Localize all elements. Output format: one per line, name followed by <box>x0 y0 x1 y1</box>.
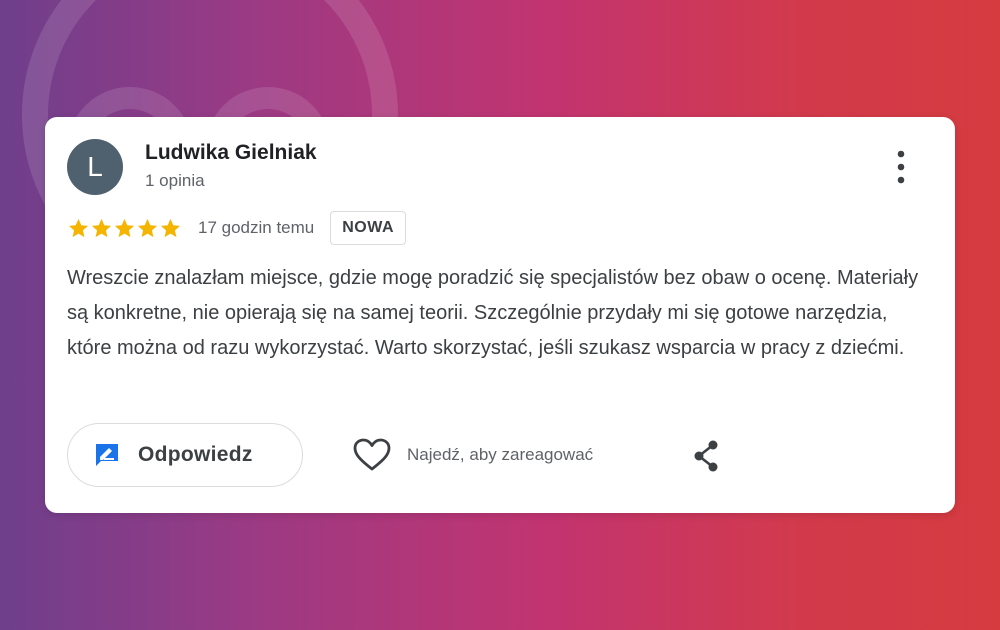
heart-icon <box>353 438 391 471</box>
share-icon <box>694 440 718 472</box>
react-button[interactable]: Najedź, aby zareagować <box>353 435 593 475</box>
more-options-button[interactable] <box>887 147 915 187</box>
rating-row: 17 godzin temu NOWA <box>67 210 407 246</box>
new-badge: NOWA <box>330 211 407 245</box>
reply-label: Odpowiedz <box>138 443 253 466</box>
reviewer-review-count: 1 opinia <box>145 171 205 190</box>
reviewer-name[interactable]: Ludwika Gielniak <box>145 141 317 165</box>
share-button[interactable] <box>691 439 721 473</box>
review-text: Wreszcie znalazłam miejsce, gdzie mogę p… <box>67 267 919 359</box>
review-time: 17 godzin temu <box>198 218 315 237</box>
star-icon <box>68 218 89 237</box>
star-icon <box>137 218 158 237</box>
star-icon <box>114 218 135 237</box>
star-icon <box>91 218 112 237</box>
reply-icon <box>96 444 118 466</box>
star-icon <box>160 218 181 237</box>
star-rating <box>67 217 182 240</box>
react-label: Najedź, aby zareagować <box>407 445 594 464</box>
more-vert-icon <box>897 150 905 184</box>
reply-button[interactable]: Odpowiedz <box>67 423 303 487</box>
review-card: L Ludwika Gielniak 1 opinia 17 godzin te… <box>45 117 955 513</box>
avatar[interactable]: L <box>67 139 123 195</box>
